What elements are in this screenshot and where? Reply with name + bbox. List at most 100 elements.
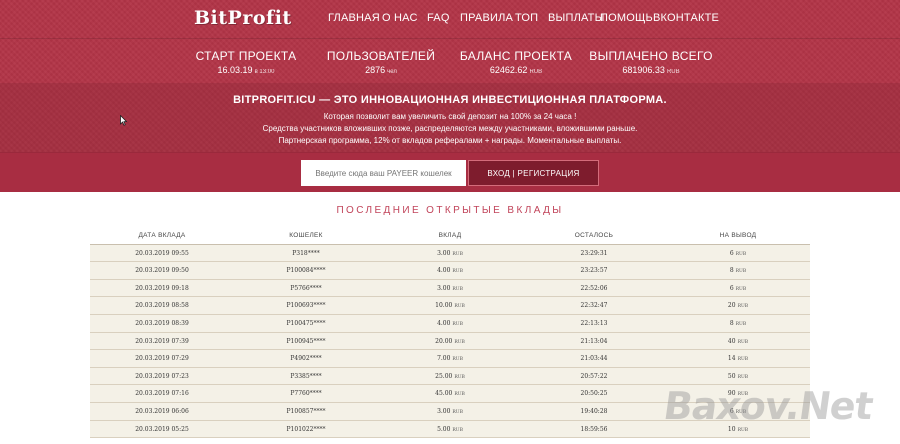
cell-amount-value: 3.00: [437, 284, 451, 292]
currency-unit: RUB: [454, 374, 465, 380]
cell-date-value: 20.03.2019 07:16: [135, 390, 189, 398]
cell-wallet: P100857****: [234, 403, 378, 421]
nav-vkontakte[interactable]: ВКОНТАКТЕ: [653, 12, 719, 24]
cell-date: 20.03.2019 07:29: [90, 350, 234, 368]
info-line: Средства участников вложивших позже, рас…: [262, 124, 638, 133]
site-logo[interactable]: BitProfit: [194, 7, 292, 29]
cell-wallet: P100693****: [234, 297, 378, 315]
currency-unit: RUB: [735, 269, 747, 275]
info-line: Партнерская программа, 12% от вкладов ре…: [278, 136, 622, 145]
mouse-cursor-icon: [120, 115, 127, 126]
cell-wallet: P7760****: [234, 385, 378, 403]
cell-amount: 5.00 RUB: [378, 421, 522, 439]
cell-left-value: 19:40:28: [580, 407, 608, 415]
login-form: ВХОД | РЕГИСТРАЦИЯ: [0, 152, 900, 192]
cell-amount-value: 10.00: [435, 302, 453, 310]
cell-payout: 8 RUB: [666, 262, 810, 280]
cell-wallet: P4902****: [234, 350, 378, 368]
cell-amount: 45.00 RUB: [378, 385, 522, 403]
currency-unit: RUB: [737, 357, 749, 363]
stat-title: СТАРТ ПРОЕКТА: [195, 49, 297, 63]
watermark: Baxov.Net: [660, 384, 876, 428]
cell-payout: 6 RUB: [666, 280, 810, 298]
cell-payout-value: 8: [729, 267, 734, 275]
stat-value: 16.03.19 в 13:00: [171, 65, 321, 75]
stat-value: 2876 чел: [306, 65, 456, 75]
stat-title: ВЫПЛАЧЕНО ВСЕГО: [589, 49, 713, 63]
cell-wallet-value: P7760****: [290, 390, 322, 398]
currency-unit: RUB: [735, 251, 747, 257]
cell-amount-value: 4.00: [437, 267, 451, 275]
cell-date: 20.03.2019 08:58: [90, 297, 234, 315]
nav-about[interactable]: О НАС: [382, 12, 418, 24]
cell-date: 20.03.2019 05:25: [90, 421, 234, 439]
table-row: 20.03.2019 07:23 P3385**** 25.00 RUB 20:57:2…: [90, 367, 810, 386]
column-header-amount: ВКЛАД: [438, 232, 462, 239]
cell-payout-value: 6: [729, 249, 734, 257]
cell-wallet-value: P100693****: [286, 302, 326, 310]
login-register-button[interactable]: ВХОД | РЕГИСТРАЦИЯ: [468, 160, 599, 186]
column-header-payout: НА ВЫВОД: [719, 232, 757, 239]
cell-left-value: 23:29:31: [580, 249, 608, 257]
table-row: 20.03.2019 09:18 P5766**** 3.00 RUB 22:52:06…: [90, 279, 810, 298]
cell-date: 20.03.2019 09:55: [90, 245, 234, 263]
cell-wallet-value: P4902****: [290, 355, 322, 363]
cell-payout-value: 6: [729, 284, 734, 292]
cell-wallet-value: P100475****: [286, 319, 326, 327]
currency-unit: RUB: [454, 339, 465, 345]
cell-amount-value: 45.00: [435, 390, 453, 398]
stat-number: 2876: [365, 65, 386, 75]
cell-payout: 20 RUB: [666, 297, 810, 315]
currency-unit: RUB: [737, 304, 749, 310]
nav-top[interactable]: ТОП: [515, 12, 538, 24]
cell-wallet-value: P100945****: [286, 337, 326, 345]
cell-wallet-value: P318****: [292, 249, 320, 257]
cell-payout: 14 RUB: [666, 350, 810, 368]
cell-date: 20.03.2019 08:39: [90, 315, 234, 333]
cell-wallet: P100084****: [234, 262, 378, 280]
stat-unit: RUB: [529, 69, 543, 75]
cell-date-value: 20.03.2019 09:18: [135, 284, 189, 292]
cell-payout: 50 RUB: [666, 368, 810, 386]
stat-users: ПОЛЬЗОВАТЕЛЕЙ 2876 чел: [306, 49, 456, 75]
stat-paid: ВЫПЛАЧЕНО ВСЕГО 681906.33 RUB: [576, 49, 726, 75]
cell-date: 20.03.2019 06:06: [90, 403, 234, 421]
cell-date-value: 20.03.2019 09:55: [135, 249, 189, 257]
currency-unit: RUB: [452, 357, 463, 363]
cell-wallet: P5766****: [234, 280, 378, 298]
cell-left-value: 22:52:06: [580, 284, 608, 292]
currency-unit: RUB: [452, 427, 463, 433]
wallet-input[interactable]: [301, 160, 466, 186]
table-row: 20.03.2019 08:58 P100693**** 10.00 RUB 22:32…: [90, 297, 810, 315]
nav-help[interactable]: ПОМОЩЬ: [600, 12, 653, 24]
stat-number: 16.03.19: [217, 65, 253, 75]
cell-left: 23:29:31: [522, 245, 666, 263]
nav-payouts[interactable]: ВЫПЛАТЫ: [548, 12, 605, 24]
deposits-title: ПОСЛЕДНИЕ ОТКРЫТЫЕ ВКЛАДЫ: [336, 205, 564, 216]
table-row: 20.03.2019 08:39 P100475**** 4.00 RUB 22:13:…: [90, 314, 810, 333]
currency-unit: RUB: [737, 339, 749, 345]
cell-wallet-value: P100084****: [286, 267, 326, 275]
stat-unit: в 13:00: [254, 69, 275, 75]
nav-faq[interactable]: FAQ: [427, 12, 450, 24]
cell-amount: 3.00 RUB: [378, 403, 522, 421]
cell-amount: 20.00 RUB: [378, 333, 522, 351]
cell-date: 20.03.2019 09:50: [90, 262, 234, 280]
stat-unit: чел: [387, 69, 397, 75]
cell-left-value: 20:50:25: [580, 390, 608, 398]
stat-number: 62462.62: [489, 65, 528, 75]
table-header: ДАТА ВКЛАДА КОШЕЛЕК ВКЛАД ОСТАЛОСЬ НА ВЫ…: [90, 227, 810, 245]
cell-amount-value: 4.00: [437, 319, 451, 327]
cell-date: 20.03.2019 07:39: [90, 333, 234, 351]
cell-date: 20.03.2019 07:23: [90, 368, 234, 386]
cell-wallet: P100945****: [234, 333, 378, 351]
nav-home[interactable]: ГЛАВНАЯ: [328, 12, 380, 24]
cell-amount: 3.00 RUB: [378, 245, 522, 263]
top-navbar: BitProfit ГЛАВНАЯ О НАС FAQ ПРАВИЛА ТОП …: [0, 0, 900, 38]
cell-left: 20:50:25: [522, 385, 666, 403]
stat-title: ПОЛЬЗОВАТЕЛЕЙ: [326, 49, 436, 63]
column-header-left: ОСТАЛОСЬ: [574, 232, 614, 239]
cell-date-value: 20.03.2019 07:23: [135, 372, 189, 380]
nav-rules[interactable]: ПРАВИЛА: [460, 12, 513, 24]
stats-band: СТАРТ ПРОЕКТА 16.03.19 в 13:00 ПОЛЬЗОВАТЕ…: [0, 38, 900, 83]
